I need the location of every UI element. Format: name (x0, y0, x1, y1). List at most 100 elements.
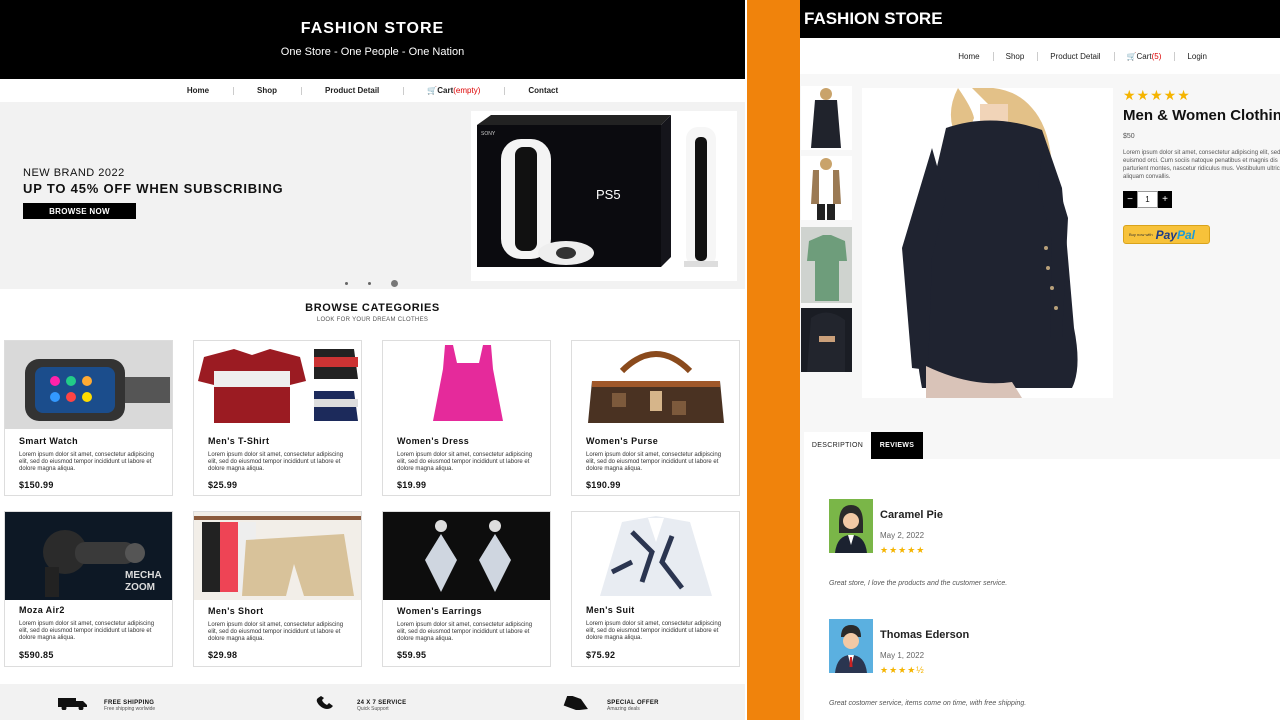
product-price: $590.85 (19, 650, 54, 660)
product-price: $59.95 (397, 650, 427, 660)
nav-cart[interactable]: 🛒Cart(5) (1113, 51, 1175, 61)
product-card[interactable]: Smart Watch Lorem ipsum dolor sit amet, … (4, 340, 173, 496)
thumbnail-image[interactable] (801, 156, 852, 220)
feature-sub: Free shipping worlwide (104, 705, 156, 712)
carousel-dot[interactable] (345, 282, 348, 285)
product-card[interactable]: Women's Earrings Lorem ipsum dolor sit a… (382, 511, 551, 667)
carousel-dot-active[interactable] (391, 280, 398, 287)
product-desc: Lorem ipsum dolor sit amet, consectetur … (19, 452, 155, 472)
nav-shop[interactable]: Shop (233, 86, 301, 95)
tag-icon (563, 694, 591, 715)
review-text: Great store, I love the products and the… (829, 580, 1008, 587)
feature-title: SPECIAL OFFER (607, 699, 659, 706)
suit-image (572, 512, 739, 600)
product-name[interactable]: Men's Short (208, 606, 264, 616)
tab-reviews[interactable]: REVIEWS (871, 432, 923, 459)
nav-login[interactable]: Login (1174, 51, 1220, 61)
nav-home[interactable]: Home (163, 86, 233, 95)
purse-image (572, 341, 739, 429)
reviewer-name: Thomas Ederson (880, 629, 970, 641)
feature-sub: Amazing deals (607, 705, 640, 712)
nav-contact[interactable]: Contact (504, 86, 582, 95)
product-name[interactable]: Smart Watch (19, 436, 78, 446)
quantity-input[interactable]: 1 (1137, 191, 1158, 208)
product-name[interactable]: Women's Purse (586, 436, 658, 446)
product-card[interactable]: Men's T-Shirt Lorem ipsum dolor sit amet… (193, 340, 362, 496)
product-price: $150.99 (19, 480, 54, 490)
product-price: $190.99 (586, 480, 621, 490)
product-card[interactable]: Women's Dress Lorem ipsum dolor sit amet… (382, 340, 551, 496)
product-tabs: DESCRIPTION REVIEWS (804, 432, 923, 459)
product-title: Men & Women Clothing (1123, 107, 1280, 124)
product-name[interactable]: Women's Earrings (397, 606, 482, 616)
quantity-minus-button[interactable]: − (1123, 191, 1137, 208)
nav-cart-label: Cart (437, 86, 454, 95)
main-nav: Home Shop Product Detail 🛒Cart(5) Login (800, 38, 1280, 74)
site-tagline: One Store - One People - One Nation (280, 46, 465, 58)
quantity-plus-button[interactable]: + (1158, 191, 1172, 208)
avatar (829, 499, 873, 553)
product-price: $25.99 (208, 480, 238, 490)
product-detail-screenshot: FASHION STORE Home Shop Product Detail 🛒… (800, 0, 1280, 720)
thumbnail-image[interactable] (801, 308, 852, 372)
product-name[interactable]: Men's T-Shirt (208, 436, 269, 446)
site-header: FASHION STORE (800, 0, 1280, 38)
truck-icon (58, 696, 88, 715)
svg-text:PS5: PS5 (596, 187, 621, 202)
paypal-logo: PayPal (1156, 228, 1195, 242)
main-nav: Home Shop Product Detail 🛒Cart(empty) Co… (0, 79, 745, 102)
thumbnail-image[interactable] (801, 86, 852, 150)
feature-sub: Quick Support (357, 705, 389, 712)
review-stars: ★★★★★ (880, 545, 926, 555)
hero-headline: UP TO 45% OFF WHEN SUBSCRIBING (23, 181, 284, 196)
nav-product-detail[interactable]: Product Detail (1037, 51, 1113, 61)
reviews-panel: Caramel Pie May 2, 2022 ★★★★★ Great stor… (804, 459, 1280, 720)
feature-offer: SPECIAL OFFER Amazing deals (563, 694, 659, 715)
svg-text:ZOOM: ZOOM (125, 582, 155, 593)
product-card[interactable]: Women's Purse Lorem ipsum dolor sit amet… (571, 340, 740, 496)
nav-product-detail[interactable]: Product Detail (301, 86, 403, 95)
dress-image (383, 341, 550, 429)
cart-status: (empty) (453, 86, 481, 95)
shorts-image (194, 512, 361, 600)
ps5-product-image: PS5 SONY (471, 111, 737, 281)
review-date: May 1, 2022 (880, 651, 925, 660)
product-name[interactable]: Women's Dress (397, 436, 469, 446)
nav-shop[interactable]: Shop (992, 51, 1038, 61)
browse-now-button[interactable]: BROWSE NOW (23, 203, 136, 219)
product-card[interactable]: MECHA ZOOM Moza Air2 Lorem ipsum dolor si… (4, 511, 173, 667)
nav-cart[interactable]: 🛒Cart(empty) (403, 86, 504, 95)
review-text: Great costomer service, items come on ti… (829, 700, 1027, 707)
categories-subtitle: LOOK FOR YOUR DREAM CLOTHES (316, 317, 429, 323)
product-name[interactable]: Men's Suit (586, 605, 635, 615)
paypal-buy-button[interactable]: Buy now with PayPal (1123, 225, 1210, 244)
product-main-image (862, 88, 1113, 398)
product-desc: Lorem ipsum dolor sit amet, consectetur … (208, 622, 344, 642)
product-name[interactable]: Moza Air2 (19, 605, 65, 615)
categories-title: BROWSE CATEGORIES (305, 302, 440, 314)
gimbal-image: MECHA ZOOM (5, 512, 172, 600)
thumbnail-image[interactable] (801, 227, 852, 303)
site-logo[interactable]: FASHION STORE (804, 9, 943, 29)
feature-title: 24 X 7 SERVICE (357, 699, 407, 706)
product-card[interactable]: Men's Short Lorem ipsum dolor sit amet, … (193, 511, 362, 667)
paypal-logo-pay: Pay (1155, 227, 1177, 242)
site-logo[interactable]: FASHION STORE (0, 20, 745, 38)
product-desc: Lorem ipsum dolor sit amet, consectetur … (586, 452, 722, 472)
paypal-small-text: Buy now with (1129, 232, 1153, 237)
cart-count: (5) (1151, 51, 1162, 61)
product-card[interactable]: Men's Suit Lorem ipsum dolor sit amet, c… (571, 511, 740, 667)
hero-banner: NEW BRAND 2022 UP TO 45% OFF WHEN SUBSCR… (0, 102, 745, 289)
svg-text:MECHA: MECHA (125, 570, 162, 581)
product-desc: Lorem ipsum dolor sit amet, consectetur … (397, 622, 533, 642)
tab-description[interactable]: DESCRIPTION (804, 432, 871, 459)
carousel-dot[interactable] (368, 282, 371, 285)
avatar (829, 619, 873, 673)
smart-watch-image (5, 341, 172, 429)
quantity-stepper: − 1 + (1123, 191, 1172, 208)
cart-icon: 🛒 (427, 86, 438, 95)
hero-kicker: NEW BRAND 2022 (23, 167, 125, 179)
feature-service: 24 X 7 SERVICE Quick Support (315, 696, 406, 715)
nav-home[interactable]: Home (945, 52, 992, 61)
store-home-screenshot: FASHION STORE One Store - One People - O… (0, 0, 747, 720)
